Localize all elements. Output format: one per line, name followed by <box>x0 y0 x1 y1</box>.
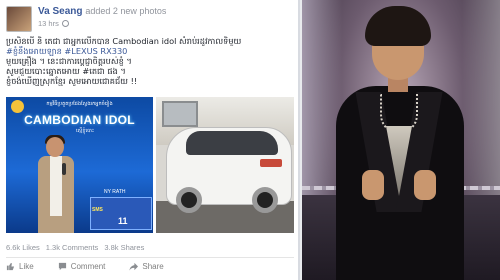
post-body: ប្រសិនបើ និ តេជា ជាអ្នកលើកបាន Cambodian … <box>6 36 294 86</box>
author-name[interactable]: Va Seang <box>38 6 82 17</box>
thumbs-up-icon <box>6 262 15 271</box>
post-meta: Va Seang added 2 new photos 13 hrs <box>38 6 166 29</box>
share-button[interactable]: Share <box>129 262 164 271</box>
like-button[interactable]: Like <box>6 262 34 271</box>
post-text-line: ខ្ញុំចង់ឃើញស្រុកខ្មែរ សូមអោយជោគជ័យ !! <box>6 76 138 86</box>
vote-label: SMS <box>92 207 103 213</box>
shares-count[interactable]: 3.8k Shares <box>104 243 144 252</box>
speech-bubble-icon <box>58 262 66 271</box>
wheel-icon <box>176 187 202 213</box>
singer-figure <box>38 135 74 233</box>
contestant-name: NY RATH <box>104 189 126 195</box>
microphone-icon <box>62 163 66 175</box>
cambodian-idol-photo[interactable]: កម្មវិធីប្រគួតប្រជែងស្វែងរកអ្នកចំរៀង CAM… <box>6 97 153 233</box>
comment-button[interactable]: Comment <box>58 262 106 271</box>
comment-label: Comment <box>70 262 106 271</box>
globe-icon <box>61 20 69 27</box>
share-arrow-icon <box>129 262 139 271</box>
share-label: Share <box>142 262 164 271</box>
avatar[interactable] <box>6 6 32 32</box>
singer-hair <box>365 6 431 46</box>
post-time-row: 13 hrs <box>38 18 166 29</box>
post-time[interactable]: 13 hrs <box>38 18 59 29</box>
post-text-line[interactable]: #ខ្ញុំនឹងអោយឡាន #LEXUS RX330 <box>6 46 294 56</box>
facebook-post: Va Seang added 2 new photos 13 hrs ប្រសិ… <box>0 0 300 280</box>
post-text-line: សូមជួយបោះឆ្នោតអោយ #តេជា ផង ។ <box>6 66 126 76</box>
idol-title: CAMBODIAN IDOL <box>24 113 135 127</box>
divider <box>6 257 294 258</box>
wheel-icon <box>252 187 278 213</box>
like-label: Like <box>19 262 34 271</box>
banner-top-text: កម្មវិធីប្រគួតប្រជែងស្វែងរកអ្នកចំរៀង <box>46 101 113 107</box>
comments-count[interactable]: 1.3k Comments <box>46 243 99 252</box>
engagement-stats: 6.6k Likes 1.3k Comments 3.8k Shares <box>6 243 144 252</box>
likes-count[interactable]: 6.6k Likes <box>6 243 40 252</box>
post-text-line: ប្រសិនបើ និ តេជា ជាអ្នកលើកបាន Cambodian … <box>6 36 242 46</box>
vote-number: 11 <box>118 216 128 226</box>
idol-subtitle: ស្មើខ្ញុំបោះ <box>76 128 95 134</box>
post-header: Va Seang added 2 new photos 13 hrs <box>6 6 166 32</box>
post-action: added 2 new photos <box>85 6 167 16</box>
singer-stage-photo <box>302 0 500 280</box>
photo-grid: កម្មវិធីប្រគួតប្រជែងស្វែងរកអ្នកចំរៀង CAM… <box>6 97 294 233</box>
post-text-line: មួយគ្រឿង ។ នេះជាការប្តេជ្ញាចិត្តរបស់ខ្ញុ… <box>6 56 132 66</box>
lexus-car-photo[interactable] <box>156 97 294 233</box>
garage-window <box>162 101 198 127</box>
post-actions: Like Comment Share <box>6 262 164 271</box>
